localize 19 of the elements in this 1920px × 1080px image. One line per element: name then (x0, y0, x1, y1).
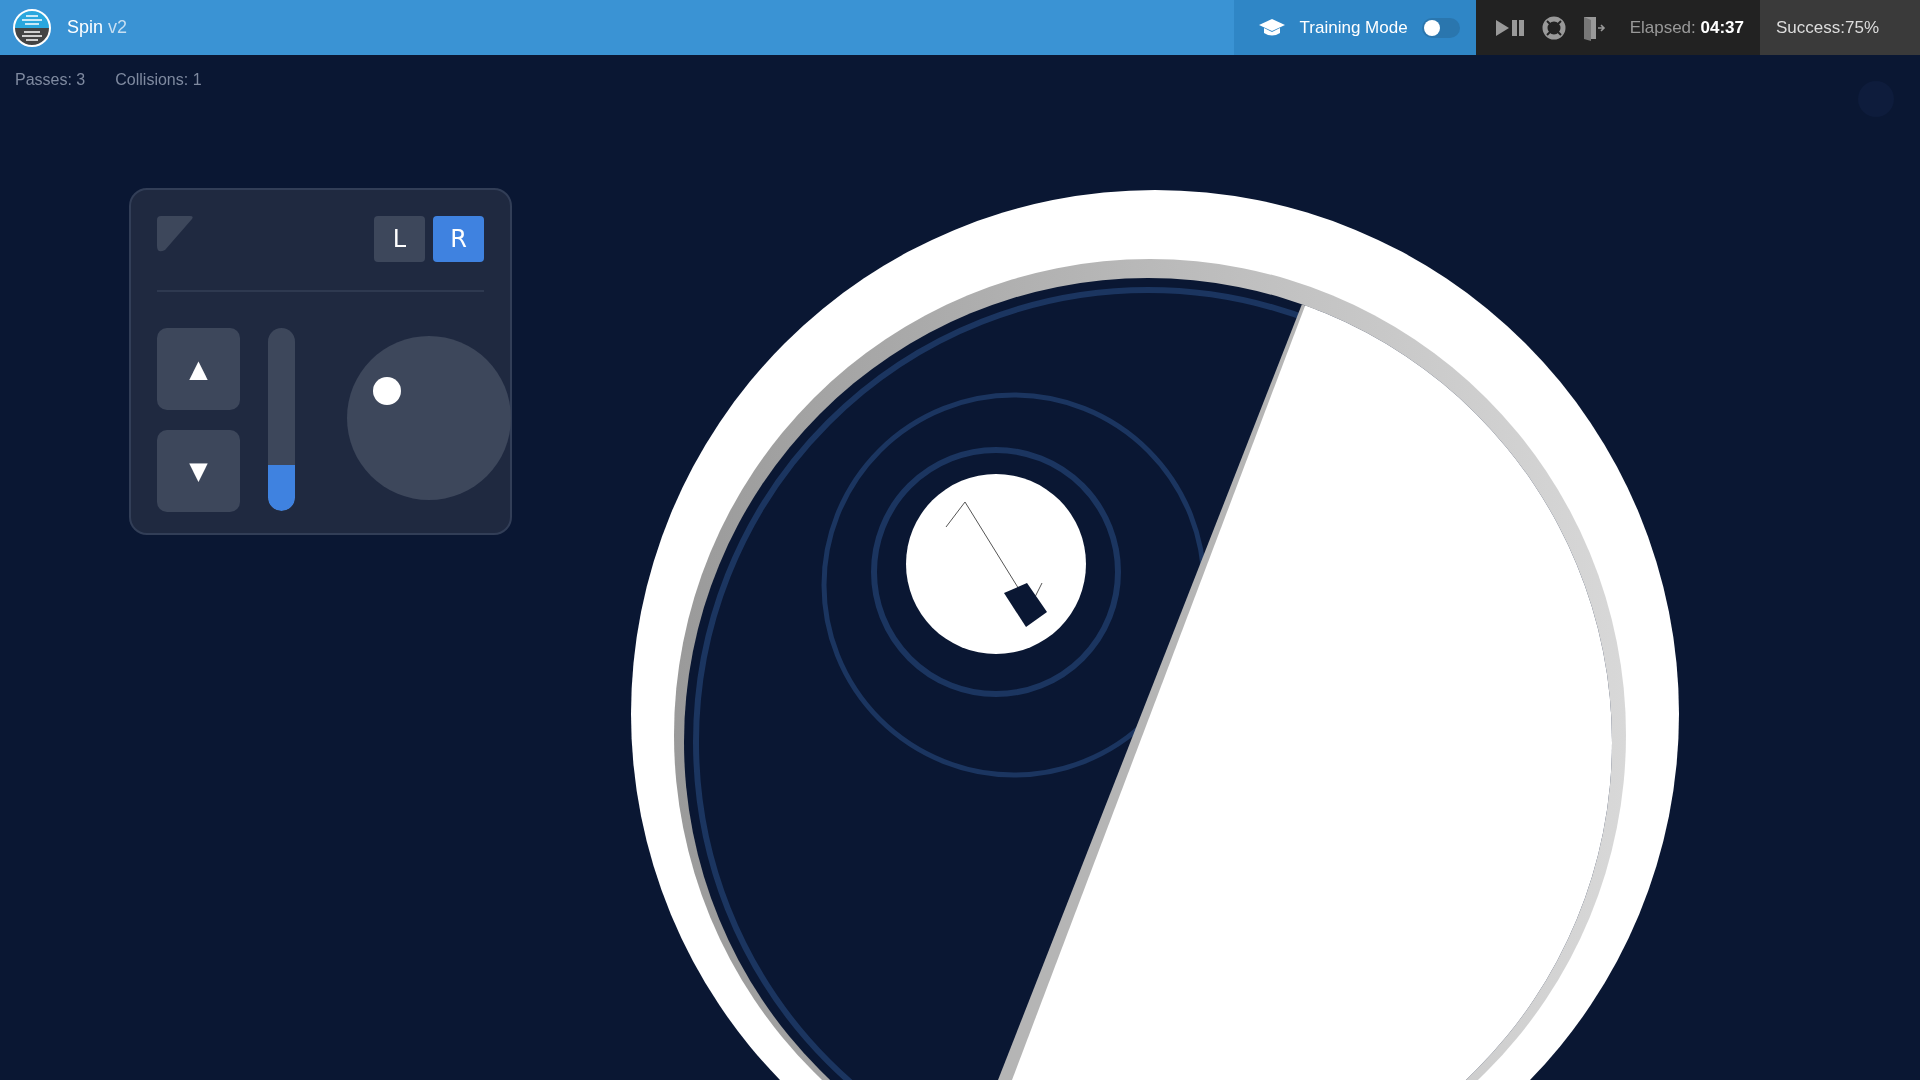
joystick-knob[interactable] (373, 377, 401, 405)
side-button[interactable]: R (433, 216, 484, 262)
app-title: Spin v2 (67, 17, 128, 38)
exit-button[interactable] (1581, 14, 1606, 41)
arrow-button[interactable]: ▼ (157, 430, 240, 512)
side-button[interactable]: L (374, 216, 425, 262)
play-pause-button[interactable] (1493, 17, 1526, 38)
stat-label: Collisions: 1 (115, 71, 202, 89)
logo-icon (12, 7, 52, 48)
success-rate: Success:75% (1760, 0, 1920, 55)
triangle-corner-icon (157, 216, 194, 253)
lifebuoy-button[interactable] (1541, 15, 1566, 40)
elapsed-time: Elapsed: 04:37 (1629, 17, 1744, 38)
stat-label: Passes: 3 (15, 71, 86, 89)
training-mode-label: Training Mode (1299, 17, 1408, 38)
graduation-cap-icon (1257, 17, 1286, 38)
training-mode-toggle[interactable] (1421, 17, 1460, 38)
arrow-button[interactable]: ▲ (157, 328, 240, 410)
throttle-slider[interactable] (268, 328, 295, 511)
